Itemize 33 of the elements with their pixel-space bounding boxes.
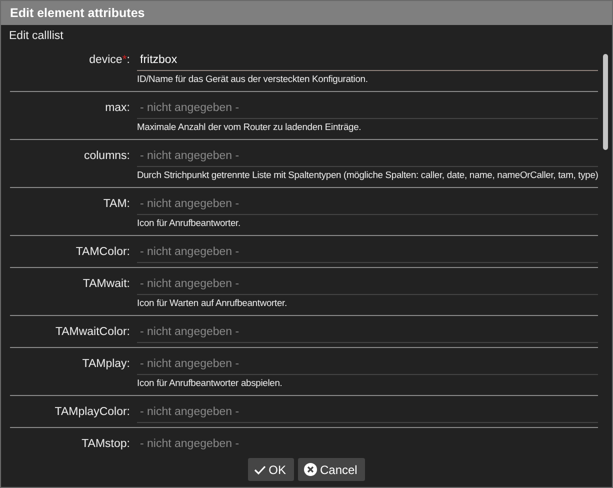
field-label: device*:	[88, 53, 130, 68]
text-field[interactable]: - nicht angegeben -	[137, 273, 598, 295]
text-field[interactable]: - nicht angegeben -	[137, 193, 598, 215]
text-field[interactable]: - nicht angegeben -	[137, 353, 598, 375]
text-field[interactable]: - nicht angegeben -	[137, 433, 598, 452]
ok-button[interactable]: OK	[248, 458, 294, 481]
text-field[interactable]: - nicht angegeben -	[137, 145, 598, 167]
field-label: TAMplayColor:	[54, 405, 130, 420]
dialog-title: Edit element attributes	[10, 6, 145, 20]
field-label: TAMColor:	[74, 245, 130, 260]
field-label: TAM:	[102, 197, 130, 212]
scrollbar-thumb[interactable]	[603, 54, 608, 150]
field-description: Icon für Warten auf Anrufbeantworter.	[137, 296, 288, 310]
field-label: columns:	[82, 149, 130, 164]
field-description: Maximale Anzahl der vom Router zu ladenden Einträge.	[137, 120, 362, 134]
close-icon	[304, 463, 317, 476]
text-field[interactable]: - nicht angegeben -	[137, 97, 598, 119]
field-description: Durch Strichpunkt getrennte Liste mit Spaltentypen (mögliche Spalten: caller, date, name, nameOrCaller, tam, type)	[137, 168, 598, 182]
cancel-button[interactable]: Cancel	[298, 458, 366, 481]
field-label: TAMplay:	[81, 357, 130, 372]
field-description: ID/Name für das Gerät aus der versteckten Konfiguration.	[137, 72, 369, 86]
section-title: Edit calllist	[8, 29, 64, 44]
field-label: TAMstop:	[80, 437, 130, 452]
field-label: TAMwait:	[82, 277, 130, 292]
field-description: Icon für Anrufbeantworter.	[137, 216, 242, 230]
text-field[interactable]: - nicht angegeben -	[137, 401, 598, 423]
text-field[interactable]: - nicht angegeben -	[137, 241, 598, 263]
text-field[interactable]: fritzbox	[137, 49, 598, 71]
field-description: Icon für Anrufbeantworter abspielen.	[137, 376, 284, 390]
text-field[interactable]: - nicht angegeben -	[137, 321, 598, 343]
check-icon	[254, 464, 266, 474]
field-label: max:	[104, 101, 130, 116]
field-label: TAMwaitColor:	[54, 325, 130, 340]
